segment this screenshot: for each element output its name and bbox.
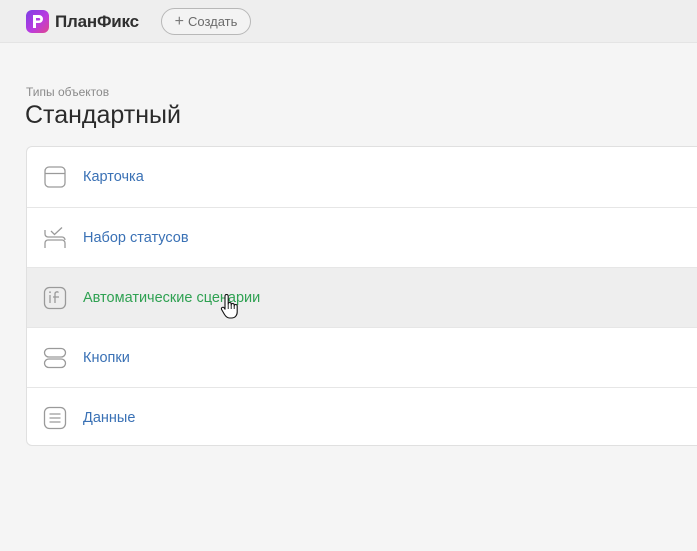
hand-pointer-cursor-icon [220,294,238,319]
create-button[interactable]: + Создать [161,8,251,35]
app-name: ПланФикс [55,11,139,31]
app-logo[interactable]: ПланФикс [26,10,139,33]
card-icon [44,166,66,188]
planfix-logo-icon [26,10,49,33]
settings-list: Карточка Набор статусов Автоматические с… [26,146,697,446]
scenario-function-icon [43,286,67,310]
list-item-automatic-scenarios[interactable]: Автоматические сценарии [27,267,697,327]
top-bar: ПланФикс + Создать [0,0,697,43]
list-item-label: Набор статусов [83,229,189,246]
data-list-icon [43,406,67,430]
list-item-data[interactable]: Данные [27,387,697,445]
list-item-status-set[interactable]: Набор статусов [27,207,697,267]
list-item-card[interactable]: Карточка [27,147,697,207]
list-item-label: Данные [83,409,136,426]
create-button-label: Создать [187,14,238,29]
list-item-buttons[interactable]: Кнопки [27,327,697,387]
list-item-label: Карточка [83,169,144,185]
plus-icon: + [174,12,184,30]
list-item-label: Кнопки [83,349,130,366]
breadcrumb[interactable]: Типы объектов [26,85,109,99]
buttons-icon [43,347,67,369]
status-set-icon [44,227,66,248]
page-title: Стандартный [25,101,181,129]
